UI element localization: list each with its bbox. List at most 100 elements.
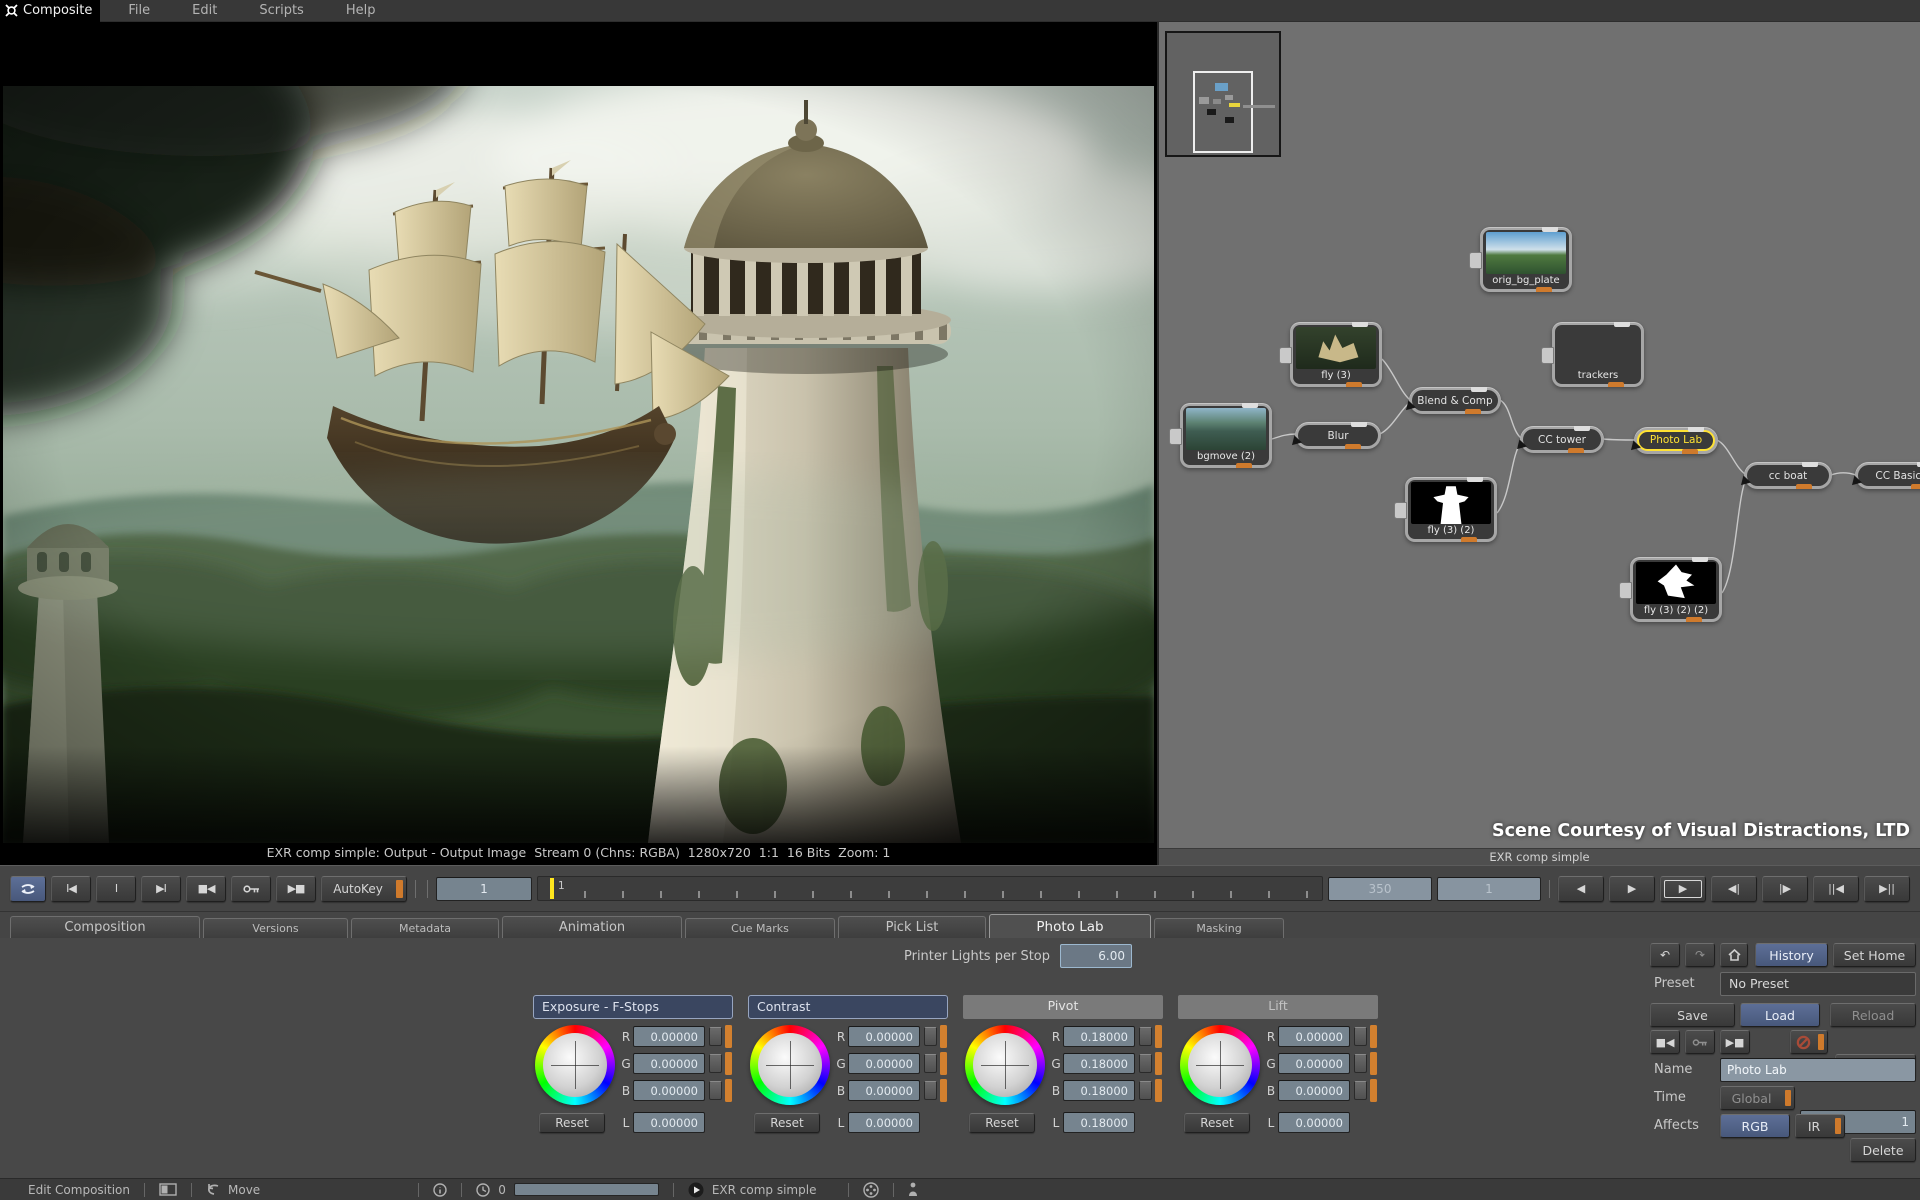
- animation-stripe[interactable]: [1155, 1052, 1162, 1075]
- node-marker-tab[interactable]: [1465, 409, 1481, 414]
- history-button[interactable]: History: [1755, 943, 1828, 967]
- node-output-tab[interactable]: [1574, 426, 1590, 431]
- animation-stripe[interactable]: [1370, 1052, 1377, 1075]
- node-blend-comp[interactable]: Blend & Comp: [1409, 387, 1501, 414]
- tab-animation[interactable]: Animation: [502, 916, 682, 938]
- minimap[interactable]: [1165, 31, 1281, 157]
- preset-dropdown[interactable]: No Preset: [1720, 972, 1916, 996]
- affects-ir-button[interactable]: IR: [1795, 1114, 1845, 1138]
- pivot-reset-button[interactable]: Reset: [969, 1113, 1035, 1133]
- play-mode-button[interactable]: ▶: [1660, 876, 1706, 902]
- channel-link-button[interactable]: [924, 1054, 937, 1073]
- frame-increment-field[interactable]: [1437, 877, 1541, 901]
- animation-stripe[interactable]: [940, 1025, 947, 1048]
- channel-link-button[interactable]: [1139, 1081, 1152, 1100]
- menu-scripts[interactable]: Scripts: [245, 3, 317, 18]
- node-marker-tab[interactable]: [1911, 484, 1920, 489]
- channel-link-button[interactable]: [709, 1027, 722, 1046]
- info-icon[interactable]: [433, 1183, 447, 1197]
- lift-r-field[interactable]: [1278, 1026, 1350, 1047]
- node-fly-3[interactable]: fly (3): [1290, 322, 1382, 387]
- node-marker-tab[interactable]: [1796, 484, 1812, 489]
- node-graph[interactable]: orig_bg_plate fly (3) trackers: [1157, 22, 1920, 865]
- node-marker-tab[interactable]: [1236, 463, 1252, 468]
- goto-in-button[interactable]: I◀: [51, 876, 91, 902]
- mark-frame-button[interactable]: I: [96, 876, 136, 902]
- animation-stripe[interactable]: [725, 1025, 732, 1048]
- node-output-tab[interactable]: [1351, 422, 1367, 427]
- pivot-header-button[interactable]: Pivot: [963, 995, 1163, 1019]
- pivot-l-field[interactable]: [1063, 1112, 1135, 1133]
- exposure-g-field[interactable]: [633, 1053, 705, 1074]
- name-field[interactable]: [1720, 1058, 1916, 1082]
- pivot-g-field[interactable]: [1063, 1053, 1135, 1074]
- animation-stripe[interactable]: [725, 1079, 732, 1102]
- contrast-l-field[interactable]: [848, 1112, 920, 1133]
- animation-stripe[interactable]: [1370, 1079, 1377, 1102]
- exposure-reset-button[interactable]: Reset: [539, 1113, 605, 1133]
- play-status-icon[interactable]: [688, 1182, 704, 1198]
- exposure-header-button[interactable]: Exposure - F-Stops: [533, 995, 733, 1019]
- tab-photo-lab[interactable]: Photo Lab: [989, 914, 1151, 938]
- node-orig-bg-plate[interactable]: orig_bg_plate: [1480, 227, 1572, 292]
- node-output-tab[interactable]: [1688, 427, 1704, 432]
- contrast-header-button[interactable]: Contrast: [748, 995, 948, 1019]
- lift-g-field[interactable]: [1278, 1053, 1350, 1074]
- contrast-reset-button[interactable]: Reset: [754, 1113, 820, 1133]
- node-marker-tab[interactable]: [1346, 382, 1362, 387]
- menu-help[interactable]: Help: [332, 3, 390, 18]
- node-photo-lab[interactable]: Photo Lab: [1634, 427, 1718, 454]
- undo-button[interactable]: ↶: [1650, 943, 1680, 967]
- node-fly-3-2-2[interactable]: fly (3) (2) (2): [1630, 557, 1722, 622]
- tab-masking[interactable]: Masking: [1154, 918, 1284, 938]
- node-blur[interactable]: Blur: [1295, 422, 1381, 449]
- node-cc-basics[interactable]: CC Basics: [1855, 462, 1920, 489]
- menu-edit[interactable]: Edit: [178, 3, 231, 18]
- channel-link-button[interactable]: [1139, 1027, 1152, 1046]
- channel-link-button[interactable]: [1354, 1027, 1367, 1046]
- set-home-button[interactable]: Set Home: [1833, 943, 1916, 967]
- lift-header-button[interactable]: Lift: [1178, 995, 1378, 1019]
- time-mode-button[interactable]: Global: [1720, 1086, 1795, 1110]
- pivot-r-field[interactable]: [1063, 1026, 1135, 1047]
- lift-b-field[interactable]: [1278, 1080, 1350, 1101]
- tab-versions[interactable]: Versions: [203, 918, 348, 938]
- contrast-r-field[interactable]: [848, 1026, 920, 1047]
- channel-link-button[interactable]: [924, 1027, 937, 1046]
- node-trackers[interactable]: trackers: [1552, 322, 1644, 387]
- disable-button[interactable]: [1790, 1030, 1828, 1054]
- goto-end-button[interactable]: ▶||: [1864, 876, 1910, 902]
- prev-keyframe-button[interactable]: ■◀: [186, 876, 226, 902]
- pivot-b-field[interactable]: [1063, 1080, 1135, 1101]
- printer-lights-field[interactable]: [1060, 944, 1132, 968]
- film-reel-icon[interactable]: [863, 1182, 879, 1198]
- user-icon[interactable]: [908, 1182, 918, 1197]
- channel-link-button[interactable]: [1139, 1054, 1152, 1073]
- current-frame-field[interactable]: [436, 877, 532, 901]
- exposure-r-field[interactable]: [633, 1026, 705, 1047]
- timeline-ruler[interactable]: 1: [537, 876, 1323, 901]
- reload-button[interactable]: Reload: [1830, 1003, 1916, 1027]
- lift-reset-button[interactable]: Reset: [1184, 1113, 1250, 1133]
- animation-stripe[interactable]: [725, 1052, 732, 1075]
- redo-button[interactable]: ↷: [1685, 943, 1715, 967]
- channel-link-button[interactable]: [1354, 1054, 1367, 1073]
- save-button[interactable]: Save: [1650, 1003, 1735, 1027]
- node-output-tab[interactable]: [1471, 387, 1487, 392]
- autokey-button[interactable]: AutoKey: [321, 876, 407, 902]
- step-forward-button[interactable]: |▶: [1762, 876, 1808, 902]
- node-marker-tab[interactable]: [1608, 382, 1624, 387]
- animation-stripe[interactable]: [1370, 1025, 1377, 1048]
- contrast-color-wheel[interactable]: [750, 1025, 830, 1105]
- exposure-l-field[interactable]: [633, 1112, 705, 1133]
- load-button[interactable]: Load: [1740, 1003, 1820, 1027]
- next-keyframe-button[interactable]: ▶■: [276, 876, 316, 902]
- node-marker-tab[interactable]: [1536, 287, 1552, 292]
- node-marker-tab[interactable]: [1682, 449, 1698, 454]
- delete-button[interactable]: Delete: [1850, 1138, 1916, 1162]
- end-frame-field[interactable]: [1328, 877, 1432, 901]
- tab-composition[interactable]: Composition: [10, 916, 200, 938]
- play-forward-button[interactable]: ▶: [1609, 876, 1655, 902]
- node-bgmove-2[interactable]: bgmove (2): [1180, 403, 1272, 468]
- contrast-b-field[interactable]: [848, 1080, 920, 1101]
